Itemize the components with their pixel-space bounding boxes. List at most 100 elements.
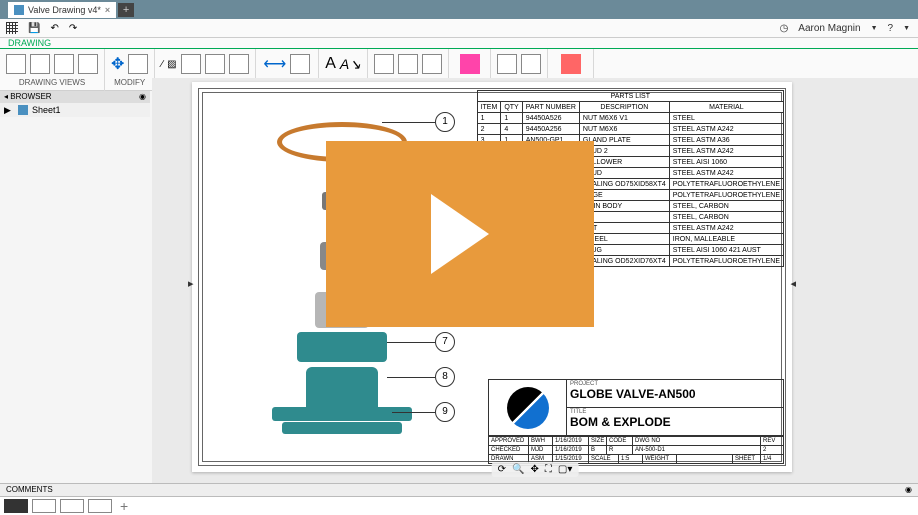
dim2-icon[interactable] — [290, 54, 310, 74]
surface-icon[interactable] — [374, 54, 394, 74]
title-block[interactable]: PROJECTGLOBE VALVE-AN500 TITLEBOM & EXPL… — [488, 379, 784, 464]
tb-checked-by: MJD — [529, 446, 553, 454]
part-flange-bottom — [282, 422, 402, 434]
fit-icon[interactable]: ⛶ — [545, 464, 552, 475]
image-icon[interactable] — [460, 54, 480, 74]
orbit-icon[interactable]: ⟳ — [498, 464, 506, 475]
balloon-icon[interactable] — [521, 54, 541, 74]
table-row[interactable]: 1194450A526NUT M6X6 V1STEEL — [477, 113, 783, 124]
tb-project: GLOBE VALVE-AN500 — [570, 387, 780, 401]
tb-checked-date: 1/16/2019 — [553, 446, 589, 454]
logo-box — [489, 380, 567, 435]
edge-icon[interactable] — [205, 54, 225, 74]
sheet-tab-3[interactable] — [60, 499, 84, 513]
tb-scale: 1:5 — [619, 455, 643, 463]
quick-access-toolbar: 💾 ↶ ↷ ◷ Aaron Magnin ▼ ? ▼ — [0, 19, 918, 38]
tb-rev-lab: REV — [761, 437, 783, 445]
video-play-overlay[interactable] — [326, 141, 594, 327]
balloon-9[interactable]: 9 — [435, 402, 455, 422]
base-view-icon[interactable] — [6, 54, 26, 74]
tb-code-lab: CODE — [607, 437, 633, 445]
tb-scale-lab: SCALE — [589, 455, 619, 463]
tb-code: R — [607, 446, 633, 454]
line-icon[interactable]: ∕ — [161, 59, 163, 70]
company-logo-icon — [507, 387, 549, 429]
fcf-icon[interactable] — [422, 54, 442, 74]
tb-title: BOM & EXPLODE — [570, 415, 780, 429]
user-name[interactable]: Aaron Magnin — [798, 23, 860, 34]
comments-label: COMMENTS — [6, 485, 53, 495]
rotate-icon[interactable] — [128, 54, 148, 74]
part-flange-top — [272, 407, 412, 421]
parts-list-header: DESCRIPTION — [579, 102, 669, 113]
undo-icon[interactable]: ↶ — [50, 23, 58, 34]
dimension-icon[interactable]: ⟷ — [263, 54, 286, 74]
sheet-icon — [18, 105, 28, 115]
browser-title: BROWSER — [10, 92, 51, 101]
sheet-tab-1[interactable] — [4, 499, 28, 513]
sheet-tab-4[interactable] — [88, 499, 112, 513]
browser-header[interactable]: ◂ BROWSER ◉ — [0, 91, 150, 103]
tb-size-lab: SIZE — [589, 437, 607, 445]
tb-weight-lab: WEIGHT — [643, 455, 677, 463]
tb-rev: 2 — [761, 446, 783, 454]
ribbon-tab-drawing[interactable]: DRAWING — [0, 38, 918, 49]
part-lid — [297, 332, 387, 362]
redo-icon[interactable]: ↷ — [69, 23, 77, 34]
tab-title: Valve Drawing v4* — [28, 5, 101, 15]
balloon-1[interactable]: 1 — [435, 112, 455, 132]
add-sheet-button[interactable]: + — [116, 498, 132, 514]
parts-list-header: MATERIAL — [669, 102, 783, 113]
leader-text-icon[interactable]: A↘ — [340, 56, 361, 73]
parts-list-header: ITEM — [477, 102, 501, 113]
parts-list-title: PARTS LIST — [477, 91, 783, 102]
display-icon[interactable]: ▢▾ — [558, 464, 572, 475]
balloon-7[interactable]: 7 — [435, 332, 455, 352]
table-row[interactable]: 2494450A256NUT M6X6STEEL ASTM A242 — [477, 124, 783, 135]
detail-view-icon[interactable] — [78, 54, 98, 74]
group-label: DRAWING VIEWS — [19, 78, 85, 87]
browser-settings-icon[interactable]: ◉ — [139, 92, 146, 102]
tb-weight — [677, 455, 733, 463]
geom-icon[interactable] — [229, 54, 249, 74]
tb-checked-lab: CHECKED — [489, 446, 529, 454]
user-menu-caret[interactable]: ▼ — [871, 25, 878, 32]
move-icon[interactable]: ✥ — [111, 54, 124, 74]
help-caret[interactable]: ▼ — [903, 25, 910, 32]
document-tab[interactable]: Valve Drawing v4* × — [8, 2, 116, 18]
leader-9 — [392, 412, 435, 413]
tb-approved-by: BWH — [529, 437, 553, 445]
doc-icon — [14, 5, 24, 15]
tb-dwg: AN-500-D1 — [633, 446, 761, 454]
help-icon[interactable]: ? — [888, 23, 894, 34]
expand-icon[interactable]: ▶ — [4, 105, 11, 116]
play-icon — [431, 194, 489, 274]
leader-1 — [382, 122, 435, 123]
add-tab-button[interactable]: + — [118, 3, 134, 17]
section-view-icon[interactable] — [54, 54, 74, 74]
clock-icon[interactable]: ◷ — [780, 23, 789, 34]
center-tick-left: ▸ — [188, 277, 194, 290]
comments-collapse-icon[interactable]: ◉ — [905, 485, 912, 495]
tb-size: B — [589, 446, 607, 454]
zoom-icon[interactable]: 🔍 — [512, 464, 524, 475]
projected-view-icon[interactable] — [30, 54, 50, 74]
output-icon[interactable] — [561, 54, 581, 74]
save-icon[interactable]: 💾 — [28, 23, 40, 34]
table-icon[interactable] — [497, 54, 517, 74]
pan-icon[interactable]: ✥ — [530, 464, 538, 475]
close-icon[interactable]: × — [105, 5, 110, 15]
datum-icon[interactable] — [398, 54, 418, 74]
center-icon[interactable] — [181, 54, 201, 74]
center-tick-right: ◂ — [790, 277, 796, 290]
leader-7 — [387, 342, 435, 343]
part-main-body — [306, 367, 378, 407]
browser-item-sheet1[interactable]: ▶ Sheet1 — [0, 103, 150, 117]
hatch-icon[interactable]: ▨ — [167, 59, 176, 70]
balloon-8[interactable]: 8 — [435, 367, 455, 387]
sheet-tab-2[interactable] — [32, 499, 56, 513]
tb-approved-date: 1/16/2019 — [553, 437, 589, 445]
text-icon[interactable]: A — [325, 55, 336, 73]
grid-icon[interactable] — [6, 22, 18, 34]
comments-bar[interactable]: COMMENTS ◉ — [0, 483, 918, 497]
